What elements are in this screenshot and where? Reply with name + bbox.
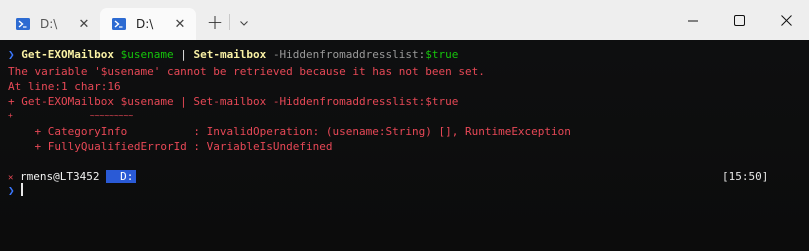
powershell-icon [16, 17, 30, 31]
minimize-button[interactable] [670, 0, 716, 40]
plus-icon: + [206, 10, 224, 34]
prompt-time: [15:50] [722, 170, 769, 183]
error-line: + CategoryInfo : InvalidOperation: (usen… [8, 125, 571, 138]
command-set: Set-mailbox [193, 48, 267, 61]
close-icon[interactable]: ✕ [170, 17, 190, 32]
terminal-output[interactable]: ❯ Get-EXOMailbox $usename | Set-mailbox … [0, 40, 809, 251]
command-variable: $usename [120, 48, 174, 61]
maximize-icon [733, 11, 745, 30]
tab-separator [229, 14, 230, 30]
user-host: rmens@LT3452 [20, 170, 100, 183]
drive-segment: D: [106, 170, 137, 183]
prompt-arrow: ❯ [8, 48, 15, 61]
error-marker-line: + ~~~~~~~~~ [8, 111, 134, 120]
command-line: ❯ Get-EXOMailbox $usename | Set-mailbox … [8, 47, 458, 62]
command-pipe: | [180, 48, 187, 61]
powershell-icon [112, 17, 126, 31]
error-line: At line:1 char:16 [8, 80, 121, 93]
new-tab-button[interactable]: + [203, 10, 227, 34]
title-bar: D:\ ✕ D:\ ✕ + [0, 0, 809, 40]
tab-1[interactable]: D:\ ✕ [4, 8, 100, 40]
prompt-line: ✕ rmens@LT3452 D: [8, 169, 137, 186]
prompt-arrow: ❯ [8, 184, 15, 197]
chevron-down-icon [239, 13, 249, 32]
text-cursor [21, 183, 23, 196]
tab-2[interactable]: D:\ ✕ [100, 8, 196, 40]
maximize-button[interactable] [716, 0, 762, 40]
tab-title: D:\ [40, 17, 58, 31]
command-get: Get-EXOMailbox [21, 48, 114, 61]
error-line: + FullyQualifiedErrorId : VariableIsUnde… [8, 140, 333, 153]
window-close-icon [780, 11, 792, 30]
tab-title: D:\ [136, 17, 154, 31]
minimize-icon [688, 11, 698, 30]
error-line: + Get-EXOMailbox $usename | Set-mailbox … [8, 95, 459, 108]
input-line[interactable]: ❯ [8, 183, 15, 198]
close-icon[interactable]: ✕ [74, 17, 94, 32]
command-parameter: -Hiddenfromaddresslist: [272, 48, 426, 61]
command-value: $true [425, 48, 459, 61]
error-line: The variable '$usename' cannot be retrie… [8, 65, 485, 78]
error-status-icon: ✕ [8, 173, 14, 183]
close-window-button[interactable] [763, 0, 809, 40]
tab-dropdown-button[interactable] [233, 10, 255, 34]
